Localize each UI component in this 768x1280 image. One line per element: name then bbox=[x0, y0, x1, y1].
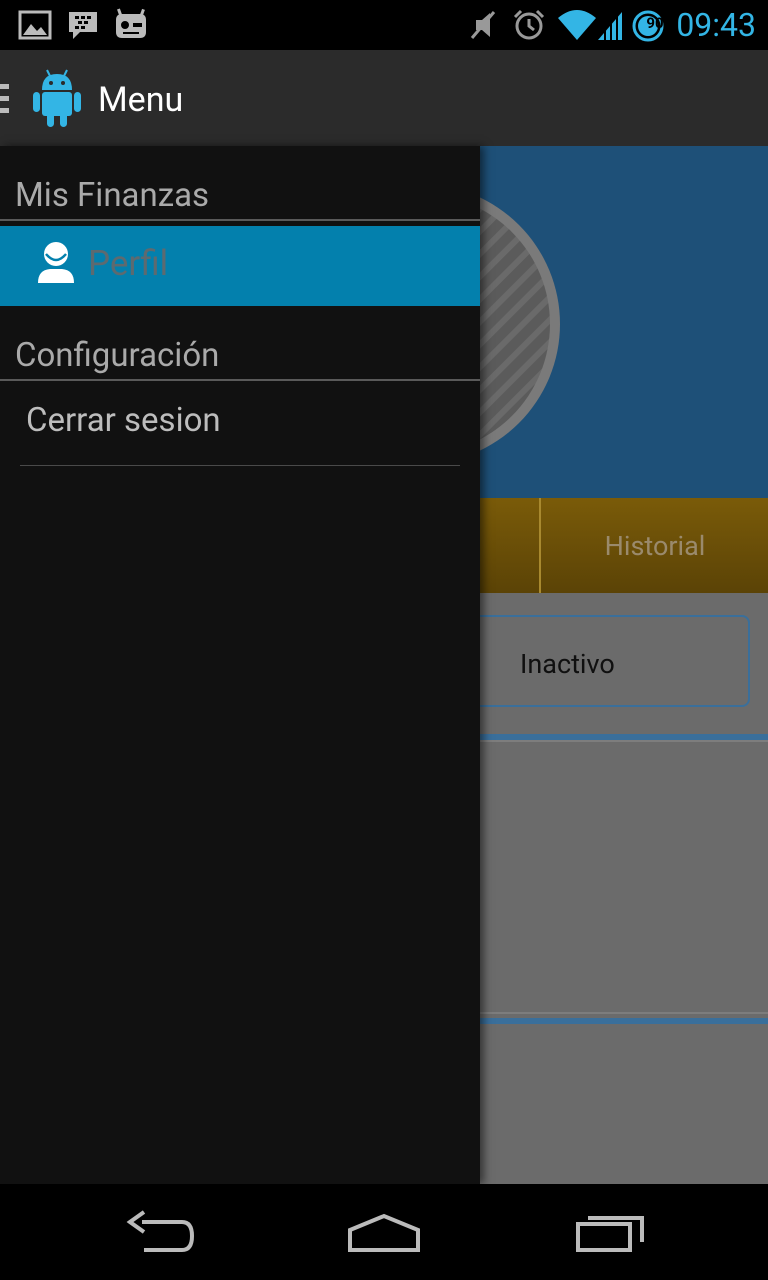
status-button-label: Inactivo bbox=[520, 648, 615, 680]
section-header-configuracion: Configuración bbox=[15, 336, 220, 375]
system-navigation-bar bbox=[0, 1184, 768, 1280]
drawer-item-perfil[interactable]: Perfil bbox=[0, 226, 480, 306]
home-icon[interactable] bbox=[344, 1200, 424, 1264]
tab-historial[interactable]: Historial bbox=[542, 498, 768, 593]
alarm-icon bbox=[513, 9, 545, 40]
divider bbox=[480, 1018, 768, 1024]
back-icon[interactable] bbox=[122, 1200, 198, 1264]
divider bbox=[480, 740, 768, 742]
drawer-indicator-icon[interactable] bbox=[0, 84, 10, 114]
status-bar: 90 09:43 bbox=[0, 0, 768, 50]
navigation-drawer: Mis Finanzas Perfil Configuración Cerrar… bbox=[0, 146, 480, 1184]
android-icon[interactable] bbox=[32, 68, 82, 128]
app-title: Menu bbox=[98, 80, 184, 120]
tab-bar: Historial bbox=[480, 498, 768, 593]
drawer-item-cerrar-sesion[interactable]: Cerrar sesion bbox=[26, 400, 221, 442]
gallery-notification-icon bbox=[18, 10, 52, 40]
profile-avatar-image bbox=[480, 197, 560, 451]
profile-icon bbox=[38, 242, 74, 283]
muted-icon bbox=[470, 11, 496, 39]
wifi-icon bbox=[558, 10, 596, 40]
item-divider bbox=[20, 465, 460, 466]
drawer-item-label: Perfil bbox=[88, 243, 169, 284]
divider bbox=[480, 1012, 768, 1014]
tab-divider bbox=[539, 498, 541, 593]
battery-level: 90 bbox=[646, 14, 664, 32]
section-header-mis-finanzas: Mis Finanzas bbox=[15, 176, 210, 215]
cyanogenmod-icon bbox=[116, 8, 146, 38]
recents-icon[interactable] bbox=[572, 1200, 648, 1264]
bbm-notification-icon bbox=[69, 12, 97, 39]
signal-icon bbox=[598, 8, 622, 42]
section-divider bbox=[0, 379, 480, 381]
status-time: 09:43 bbox=[676, 6, 756, 44]
content-area: Inactivo bbox=[450, 593, 768, 1184]
profile-header bbox=[480, 146, 768, 498]
section-divider bbox=[0, 219, 480, 221]
